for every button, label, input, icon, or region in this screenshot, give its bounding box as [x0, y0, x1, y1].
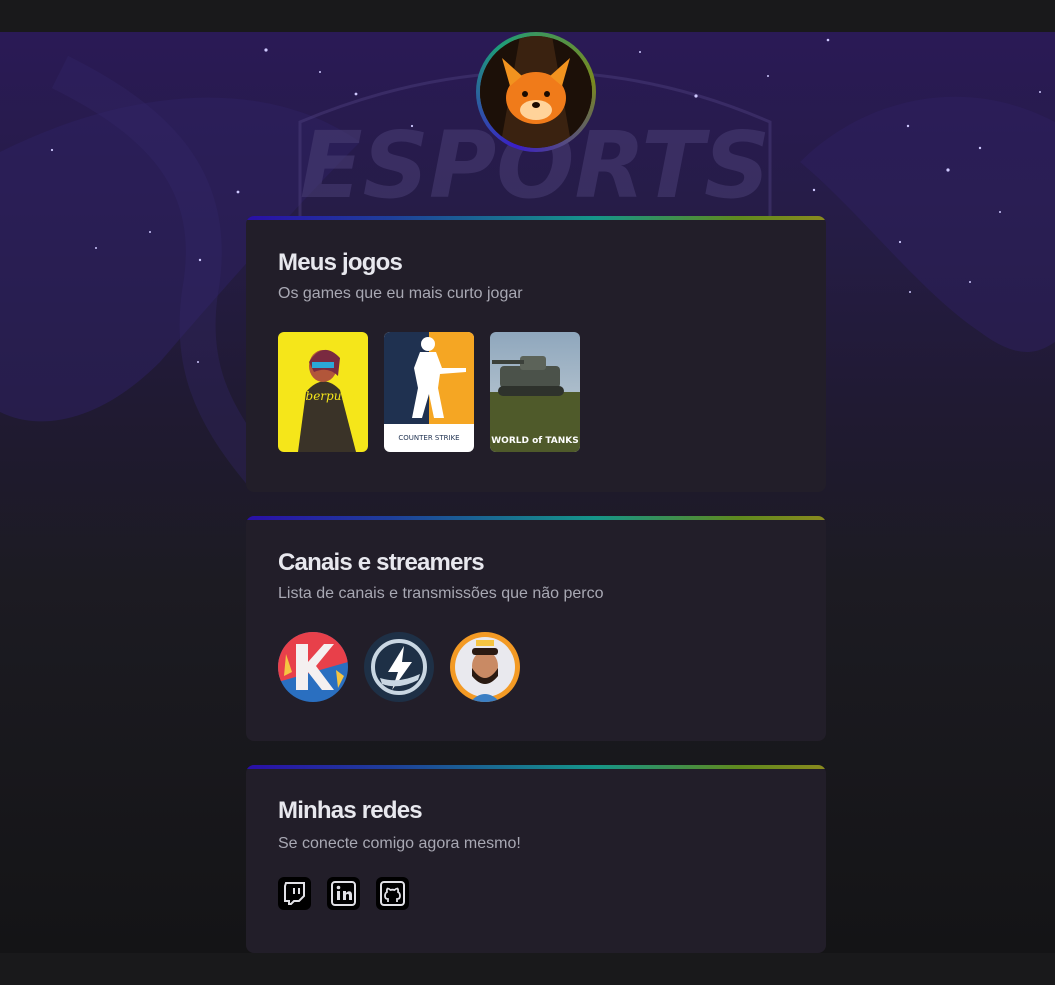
game-cover-cyberpunk[interactable]: Cyberpunk — [278, 332, 368, 452]
streamers-card: Canais e streamers Lista de canais e tra… — [246, 516, 826, 741]
games-title: Meus jogos — [278, 249, 403, 276]
social-links — [278, 877, 409, 910]
streamer-channel-3[interactable] — [450, 632, 520, 702]
github-icon — [380, 881, 405, 906]
counter-strike-cover-icon: COUNTER STRIKE — [384, 332, 474, 452]
games-subtitle: Os games que eu mais curto jogar — [278, 285, 523, 302]
linkedin-icon — [331, 881, 356, 906]
cyberpunk-cover-icon: Cyberpunk — [278, 332, 368, 452]
svg-text:Cyberpunk: Cyberpunk — [290, 389, 357, 403]
socials-subtitle: Se conecte comigo agora mesmo! — [278, 835, 521, 852]
game-cover-counter-strike[interactable]: COUNTER STRIKE — [384, 332, 474, 452]
top-bar — [0, 0, 1055, 32]
svg-text:COUNTER STRIKE: COUNTER STRIKE — [398, 434, 459, 442]
streamers-list — [278, 632, 520, 702]
games-list: Cyberpunk COUNTER STRIKE WORLD of TANKS — [278, 332, 580, 452]
bottom-bar — [0, 953, 1055, 985]
profile-avatar — [476, 32, 596, 152]
streamers-subtitle: Lista de canais e transmissões que não p… — [278, 585, 604, 602]
socials-title: Minhas redes — [278, 797, 423, 824]
dog-avatar-icon — [480, 36, 592, 148]
streamer-channel-1[interactable] — [278, 632, 348, 702]
streamer-channel-2[interactable] — [364, 632, 434, 702]
linkedin-link[interactable] — [327, 877, 360, 910]
games-card: Meus jogos Os games que eu mais curto jo… — [246, 216, 826, 492]
streamer-avatar-icon — [450, 632, 520, 702]
twitch-link[interactable] — [278, 877, 311, 910]
github-link[interactable] — [376, 877, 409, 910]
streamer-k-logo-icon — [278, 632, 348, 702]
twitch-icon — [284, 882, 305, 905]
world-of-tanks-cover-icon: WORLD of TANKS — [490, 332, 580, 452]
socials-card: Minhas redes Se conecte comigo agora mes… — [246, 765, 826, 953]
streamers-title: Canais e streamers — [278, 549, 485, 576]
game-cover-world-of-tanks[interactable]: WORLD of TANKS — [490, 332, 580, 452]
svg-text:WORLD of TANKS: WORLD of TANKS — [491, 436, 578, 446]
streamer-lightning-logo-icon — [364, 632, 434, 702]
